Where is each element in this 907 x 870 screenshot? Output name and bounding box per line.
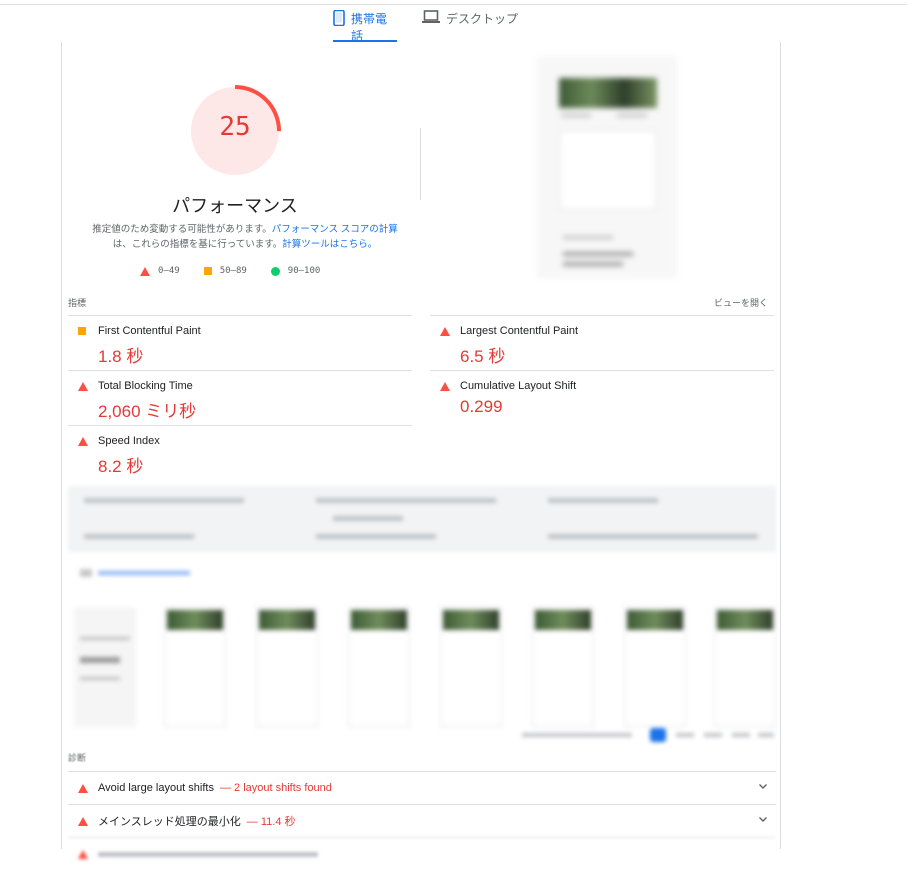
top-divider [0,4,907,5]
tab-desktop-label: デスクトップ [446,12,519,26]
audit-filter-bar [522,728,774,742]
red-triangle-icon [78,437,88,446]
diagnostics-heading: 診断 [68,753,87,763]
audit-title: Avoid large layout shifts [98,782,214,794]
legend-fail-label: 0–49 [158,266,180,276]
score-calc-link[interactable]: パフォーマンス スコアの計算 [272,224,398,235]
tab-mobile[interactable]: 携帯電話 [333,10,397,43]
screenshot-banner [559,78,657,108]
metric-name: Largest Contentful Paint [460,325,579,337]
legend-average-label: 50–89 [219,266,247,276]
red-triangle-icon [140,266,150,276]
performance-title: パフォーマンス [172,196,298,216]
audit-main-thread[interactable]: メインスレッド処理の最小化 — 11.4 秒 [68,804,776,837]
orange-square-icon [203,267,212,275]
metric-name: Speed Index [98,435,160,447]
legend-average: 50–89 [203,266,247,276]
metric-lcp: Largest Contentful Paint 6.5 秒 [430,315,774,370]
orange-square-icon [78,327,86,335]
metric-si: Speed Index 8.2 秒 [68,425,412,480]
metric-value: 2,060 ミリ秒 [98,402,197,421]
metric-name: First Contentful Paint [98,325,201,337]
tab-mobile-label: 携帯電話 [351,12,388,43]
metrics-heading: 指標 [68,298,87,308]
metric-fcp: First Contentful Paint 1.8 秒 [68,315,412,370]
note-text-1: 推定値のため変動する可能性があります。 [92,224,272,235]
metric-value: 8.2 秒 [98,457,144,476]
report-panel: 25 パフォーマンス 推定値のため変動する可能性があります。パフォーマンス スコ… [61,42,781,859]
expand-view-toggle[interactable]: ビューを開く [714,296,768,309]
runtime-info-box [68,486,776,552]
metric-value: 6.5 秒 [460,347,506,366]
audit-detail: — 11.4 秒 [246,816,296,828]
chevron-down-icon [758,781,768,794]
green-circle-icon [270,266,280,276]
legend-pass-label: 90–100 [287,266,321,276]
metric-value: 0.299 [460,397,503,416]
performance-score: 25 [219,112,251,142]
audit-title: メインスレッド処理の最小化 [98,816,241,828]
laptop-icon [422,10,440,24]
metric-cls: Cumulative Layout Shift 0.299 [430,370,774,425]
smartphone-icon [333,10,345,26]
metric-tbt: Total Blocking Time 2,060 ミリ秒 [68,370,412,425]
legend-fail: 0–49 [140,266,180,276]
note-text-2: は、これらの指標を基に行っています。 [112,239,283,250]
red-triangle-icon [440,382,450,391]
calculator-link[interactable]: 計算ツールはこちら。 [282,239,377,250]
audit-cutoff[interactable] [68,837,776,870]
red-triangle-icon [78,816,88,826]
metric-name: Cumulative Layout Shift [460,380,577,392]
red-triangle-icon [78,849,88,859]
score-legend: 0–49 50–89 90–100 [140,266,320,276]
score-note: 推定値のため変動する可能性があります。パフォーマンス スコアの計算 は、これらの… [80,222,410,252]
audit-detail: — 2 layout shifts found [219,782,332,794]
red-triangle-icon [78,382,88,391]
audit-layout-shifts[interactable]: Avoid large layout shifts — 2 layout shi… [68,771,776,804]
legend-pass: 90–100 [270,266,321,276]
red-triangle-icon [440,327,450,336]
final-screenshot [537,56,677,278]
tab-desktop[interactable]: デスクトップ [422,10,522,42]
filmstrip [68,587,776,727]
metric-value: 1.8 秒 [98,347,144,366]
chevron-down-icon [758,814,768,827]
red-triangle-icon [78,783,88,793]
metric-name: Total Blocking Time [98,380,193,392]
treemap-button[interactable] [80,566,192,580]
device-tabs: 携帯電話 デスクトップ [0,10,907,43]
vertical-divider [420,128,421,200]
